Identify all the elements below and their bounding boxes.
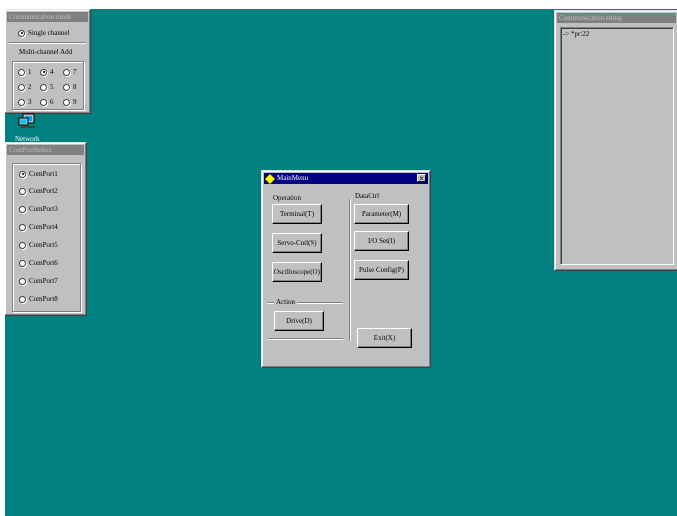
communication-mode-window: Communication mode Single channel Multi-…	[5, 9, 91, 114]
channel-label: 5	[50, 83, 54, 91]
radio-indicator	[19, 241, 26, 249]
channel-8-radio[interactable]: 8	[63, 83, 77, 91]
comport-label: ComPort6	[29, 259, 58, 267]
action-bottom-line	[267, 338, 343, 340]
channel-label: 9	[73, 98, 77, 106]
multi-channel-label: Multi-channel Add	[19, 48, 73, 56]
operation-label: Operation	[273, 194, 301, 202]
parameter-button[interactable]: Parameter(M)	[354, 204, 409, 224]
channel-label: 2	[28, 83, 32, 91]
channel-4-radio[interactable]: 4	[40, 68, 54, 76]
radio-indicator	[18, 29, 25, 37]
comport-label: ComPort8	[29, 295, 58, 303]
radio-indicator	[63, 83, 70, 91]
comport-label: ComPort3	[29, 205, 58, 213]
channel-label: 3	[28, 98, 32, 106]
radio-indicator	[40, 68, 47, 76]
comport4-radio[interactable]: ComPort4	[19, 223, 58, 231]
comport-label: ComPort1	[29, 170, 58, 178]
channel-label: 8	[73, 83, 77, 91]
radio-indicator	[19, 295, 26, 303]
radio-indicator	[19, 223, 26, 231]
pulse-config-button[interactable]: Pulse Config(P)	[354, 260, 409, 280]
radio-indicator	[19, 259, 26, 267]
radio-indicator	[19, 170, 26, 178]
com-port-select-window: ComPortSelect ComPort1 ComPort2 ComPort3…	[5, 142, 87, 316]
radio-indicator	[19, 187, 26, 195]
close-icon[interactable]: ×	[417, 174, 426, 183]
radio-indicator	[19, 205, 26, 213]
diamond-icon	[265, 173, 275, 184]
single-channel-radio[interactable]: Single channel	[18, 29, 69, 37]
comport-label: ComPort4	[29, 223, 58, 231]
action-label: Action	[274, 298, 298, 306]
radio-indicator	[63, 68, 70, 76]
channel-3-radio[interactable]: 3	[18, 98, 32, 106]
comport-label: ComPort7	[29, 277, 58, 285]
radio-indicator	[63, 98, 70, 106]
radio-indicator	[18, 83, 25, 91]
desktop: Communication mode Single channel Multi-…	[5, 9, 677, 516]
comport-label: ComPort2	[29, 187, 58, 195]
communication-string-box[interactable]: -> *pr:22	[560, 27, 674, 265]
comport7-radio[interactable]: ComPort7	[19, 277, 58, 285]
communication-string-text: -> *pr:22	[563, 30, 590, 38]
channel-label: 7	[73, 68, 77, 76]
drive-button[interactable]: Drive(D)	[274, 311, 324, 331]
comport2-radio[interactable]: ComPort2	[19, 187, 58, 195]
com-port-select-titlebar[interactable]: ComPortSelect	[7, 145, 84, 155]
channel-7-radio[interactable]: 7	[63, 68, 77, 76]
datactl-label: DataCtrl	[355, 192, 380, 200]
channel-2-radio[interactable]: 2	[18, 83, 32, 91]
channel-label: 1	[28, 68, 32, 76]
radio-indicator	[19, 277, 26, 285]
network-icon	[18, 113, 35, 128]
radio-indicator	[18, 68, 25, 76]
channel-1-radio[interactable]: 1	[18, 68, 32, 76]
radio-indicator	[40, 83, 47, 91]
comport-label: ComPort5	[29, 241, 58, 249]
channel-label: 4	[50, 68, 54, 76]
communication-string-window: Communication string -> *pr:22	[554, 10, 677, 271]
exit-button[interactable]: Exit(X)	[357, 328, 412, 348]
channel-9-radio[interactable]: 9	[63, 98, 77, 106]
main-menu-title: MainMenu	[277, 174, 309, 182]
terminal-button[interactable]: Terminal(T)	[272, 204, 322, 224]
communication-string-titlebar[interactable]: Communication string	[557, 13, 676, 23]
network-desktop-icon[interactable]: Network	[14, 113, 44, 145]
column-divider	[349, 199, 351, 341]
comport6-radio[interactable]: ComPort6	[19, 259, 58, 267]
single-channel-label: Single channel	[28, 29, 70, 37]
comport3-radio[interactable]: ComPort3	[19, 205, 58, 213]
main-menu-window: MainMenu × Operation DataCtrl Terminal(T…	[261, 170, 431, 368]
comport8-radio[interactable]: ComPort8	[19, 295, 58, 303]
radio-indicator	[40, 98, 47, 106]
servo-cntl-button[interactable]: Servo-Cntl(S)	[272, 233, 322, 253]
io-set-button[interactable]: I/O Set(I)	[354, 231, 409, 251]
main-menu-titlebar[interactable]: MainMenu	[264, 173, 428, 184]
comport1-radio[interactable]: ComPort1	[19, 170, 58, 178]
channel-label: 6	[50, 98, 54, 106]
communication-mode-titlebar[interactable]: Communication mode	[7, 12, 88, 22]
channel-6-radio[interactable]: 6	[40, 98, 54, 106]
divider	[9, 42, 86, 44]
com-port-group	[12, 163, 81, 312]
radio-indicator	[18, 98, 25, 106]
channel-5-radio[interactable]: 5	[40, 83, 54, 91]
comport5-radio[interactable]: ComPort5	[19, 241, 58, 249]
oscilloscope-button[interactable]: Oscilloscope(O)	[272, 262, 322, 282]
